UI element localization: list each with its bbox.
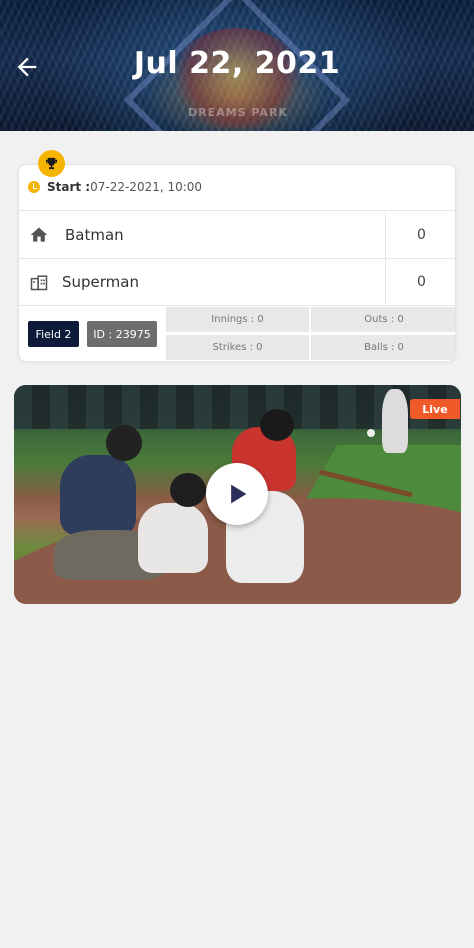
match-details-row: Field 2 ID : 23975 Innings : 0 Outs : 0 … (19, 306, 455, 361)
away-team-name: Superman (62, 273, 139, 291)
start-value: 07-22-2021, 10:00 (90, 180, 203, 194)
innings-stat: Innings : 0 (166, 307, 309, 332)
umpire-helmet (106, 425, 142, 461)
strikes-stat: Strikes : 0 (166, 335, 309, 360)
catcher-figure (138, 503, 208, 573)
start-label: Start : (47, 180, 91, 194)
divider (19, 210, 455, 211)
start-time-row: Start : 07-22-2021, 10:00 (19, 177, 455, 197)
match-card[interactable]: Start : 07-22-2021, 10:00 Batman 0 Super… (18, 164, 456, 362)
team-row-home: Batman 0 (19, 212, 455, 258)
match-id-badge: ID : 23975 (87, 321, 157, 347)
batter-helmet (260, 409, 294, 441)
away-team-icon (28, 271, 50, 293)
clock-icon (28, 181, 40, 193)
play-button[interactable] (206, 463, 268, 525)
team-row-away: Superman 0 (19, 259, 455, 305)
page-title: Jul 22, 2021 (133, 46, 341, 81)
home-team-score: 0 (385, 212, 455, 258)
trophy-icon (38, 150, 65, 177)
home-icon (28, 224, 50, 246)
balls-stat: Balls : 0 (311, 335, 455, 360)
home-team-name: Batman (65, 226, 124, 244)
umpire-figure (60, 455, 136, 535)
baseball (367, 429, 375, 437)
field-badge: Field 2 (28, 321, 79, 347)
outs-stat: Outs : 0 (311, 307, 455, 332)
catcher-helmet (170, 473, 206, 507)
away-team-score: 0 (385, 259, 455, 305)
live-badge: Live (410, 399, 460, 419)
park-logo-text: DREAMS PARK (188, 106, 288, 119)
fielder-figure (382, 389, 408, 453)
play-icon (231, 484, 247, 504)
